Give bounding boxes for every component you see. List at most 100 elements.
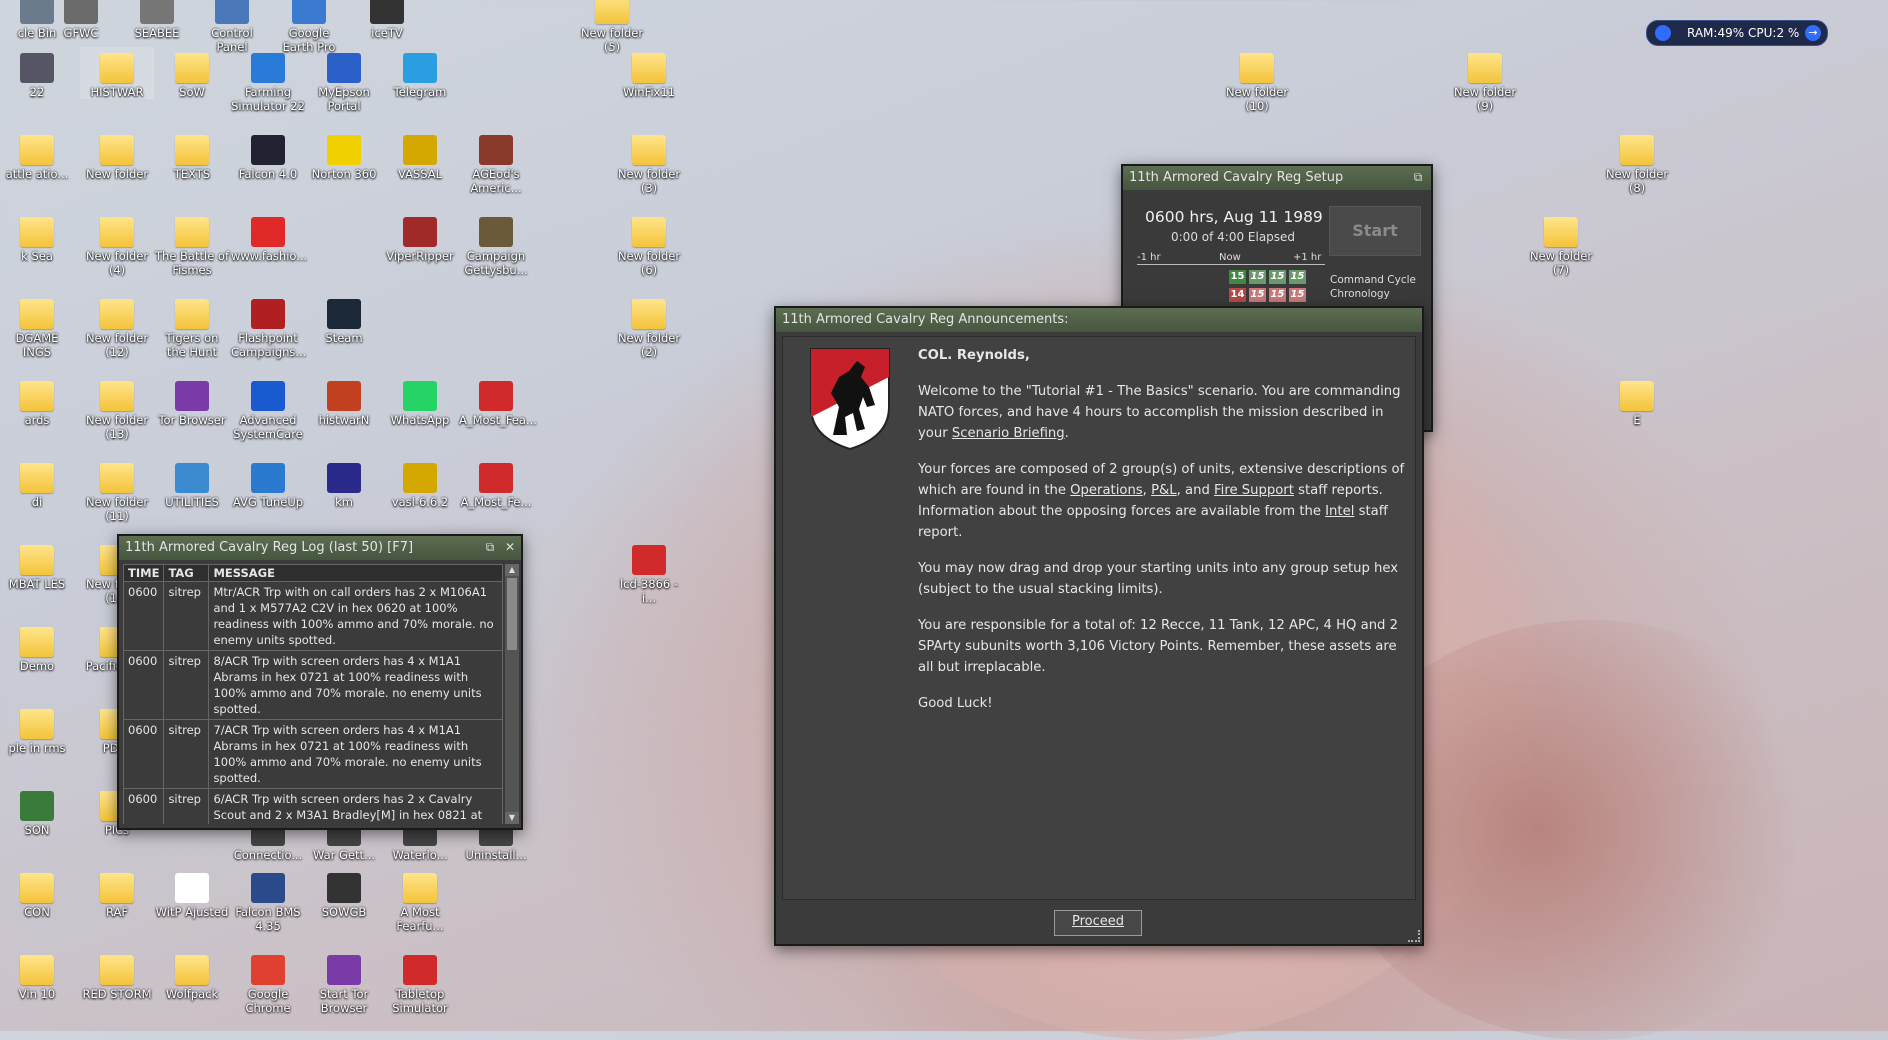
desktop-icon[interactable]: Flashpoint Campaigns...	[231, 293, 306, 359]
arrow-right-icon[interactable]: →	[1805, 25, 1821, 41]
close-icon[interactable]: ✕	[503, 540, 517, 554]
desktop-icon[interactable]: A_Most_Fe...	[459, 457, 533, 509]
desktop-icon[interactable]: AVG TuneUp	[231, 457, 305, 509]
column-header-message[interactable]: MESSAGE	[208, 564, 503, 582]
announcements-titlebar[interactable]: 11th Armored Cavalry Reg Announcements:	[776, 308, 1422, 332]
desktop-icon[interactable]: New folder (4)	[80, 211, 154, 277]
desktop-icon[interactable]: Google Chrome	[231, 949, 305, 1015]
table-row[interactable]: 0600 sitrep Mtr/ACR Trp with on call order…	[123, 581, 503, 651]
folder-icon	[20, 545, 54, 575]
desktop-icon[interactable]: Wolfpack	[155, 949, 229, 1001]
scenario-briefing-link[interactable]: Scenario Briefing	[952, 426, 1065, 441]
desktop-icon[interactable]: Start Tor Browser	[307, 949, 381, 1015]
desktop-icon[interactable]: lcd-3866 - i...	[612, 539, 686, 605]
desktop-icon[interactable]: New folder (9)	[1448, 47, 1522, 113]
table-row[interactable]: 0600 sitrep 7/ACR Trp with screen orders h…	[123, 719, 503, 789]
desktop-icon[interactable]: 22	[0, 47, 74, 99]
scroll-thumb[interactable]	[507, 578, 517, 650]
desktop-icon[interactable]: New folder (10)	[1220, 47, 1294, 113]
setup-titlebar[interactable]: 11th Armored Cavalry Reg Setup ⧉	[1123, 166, 1431, 190]
desktop-icon[interactable]: ards	[0, 375, 74, 427]
desktop-icon[interactable]: New folder (7)	[1524, 211, 1598, 277]
desktop-icon[interactable]: RED STORM	[80, 949, 154, 1001]
restore-icon[interactable]: ⧉	[1411, 170, 1425, 184]
desktop-icon[interactable]: Campaign Gettysbu...	[459, 211, 533, 277]
desktop-icon[interactable]: New folder (8)	[1600, 129, 1674, 195]
desktop-icon[interactable]: iceTV	[350, 0, 424, 40]
start-button[interactable]: Start	[1329, 206, 1421, 256]
desktop-icon[interactable]: SOWGB	[307, 867, 381, 919]
desktop-icon[interactable]: Control Panel	[195, 0, 269, 54]
desktop-icon[interactable]: New folder	[80, 129, 154, 181]
desktop-icon[interactable]: Demo	[0, 621, 74, 673]
scroll-up-icon[interactable]: ▲	[505, 564, 519, 576]
desktop-icon[interactable]: CON	[0, 867, 74, 919]
desktop-icon[interactable]: k Sea	[0, 211, 74, 263]
fire-support-link[interactable]: Fire Support	[1214, 483, 1294, 498]
column-header-time[interactable]: TIME	[123, 564, 165, 582]
column-header-tag[interactable]: TAG	[163, 564, 210, 582]
desktop-icon[interactable]: SoW	[155, 47, 229, 99]
desktop-icon[interactable]: Falcon 4.0	[231, 129, 305, 181]
desktop-icon[interactable]: WhatsApp	[383, 375, 457, 427]
desktop-icon[interactable]: di	[0, 457, 74, 509]
desktop-icon[interactable]: SEABEE	[120, 0, 194, 40]
desktop-icon[interactable]: DGAME INGS	[0, 293, 74, 359]
desktop-icon[interactable]: New folder (6)	[612, 211, 686, 277]
table-row[interactable]: 0600 sitrep 8/ACR Trp with screen orders h…	[123, 650, 503, 720]
desktop-icon[interactable]: www.fashio...	[231, 211, 307, 263]
desktop-icon[interactable]: New folder (11)	[80, 457, 154, 523]
desktop-icon[interactable]: Advanced SystemCare	[231, 375, 305, 441]
desktop-icon[interactable]: Norton 360	[307, 129, 381, 181]
log-scrollbar[interactable]: ▲ ▼	[505, 564, 519, 824]
desktop-icon[interactable]: km	[307, 457, 381, 509]
desktop-icon[interactable]: Steam	[307, 293, 381, 345]
desktop-icon[interactable]: New folder (13)	[80, 375, 154, 441]
desktop-icon[interactable]: A_Most_Fea...	[459, 375, 537, 427]
operations-link[interactable]: Operations	[1070, 483, 1143, 498]
desktop-icon[interactable]: TEXTS	[155, 129, 229, 181]
desktop-icon[interactable]: MBAT LES	[0, 539, 74, 591]
desktop-icon[interactable]: SON	[0, 785, 74, 837]
desktop-icon[interactable]: New folder (3)	[612, 129, 686, 195]
desktop-icon[interactable]: MyEpson Portal	[307, 47, 381, 113]
desktop-icon[interactable]: A Most Fearfu...	[383, 867, 457, 933]
desktop-icon[interactable]: ple in rms	[0, 703, 74, 755]
cycle-cell: 15	[1229, 270, 1246, 284]
desktop-icon[interactable]: VASSAL	[383, 129, 457, 181]
table-row[interactable]: 0600 sitrep 6/ACR Trp with screen orders h…	[123, 788, 503, 824]
pl-link[interactable]: P&L	[1151, 483, 1177, 498]
folder-icon	[20, 955, 54, 985]
desktop-icon[interactable]: UTILITIES	[155, 457, 229, 509]
desktop-icon[interactable]: Tabletop Simulator	[383, 949, 457, 1015]
desktop-icon[interactable]: New folder (2)	[612, 293, 686, 359]
resize-grip-icon[interactable]	[1408, 930, 1420, 942]
desktop-icon[interactable]: The Battle of Fismes	[155, 211, 229, 277]
desktop-icon[interactable]: histwarN	[307, 375, 381, 427]
desktop-icon[interactable]: New folder (12)	[80, 293, 154, 359]
desktop-icon[interactable]: GFWC	[44, 0, 118, 40]
desktop-icon[interactable]: WitP Ajusted	[155, 867, 229, 919]
desktop-icon[interactable]: attle atio...	[0, 129, 74, 181]
desktop-icon[interactable]: Vin 10	[0, 949, 74, 1001]
desktop-icon[interactable]: E	[1600, 375, 1674, 427]
desktop-icon[interactable]: ViperRipper	[383, 211, 457, 263]
desktop-icon[interactable]: Falcon BMS 4.35	[231, 867, 305, 933]
intel-link[interactable]: Intel	[1325, 504, 1354, 519]
desktop-icon[interactable]: WinFix11	[612, 47, 686, 99]
desktop-icon[interactable]: Telegram	[383, 47, 457, 99]
desktop-icon[interactable]: vasl-6.6.2	[383, 457, 457, 509]
resource-monitor-widget[interactable]: RAM:49% CPU:2 % →	[1646, 20, 1828, 46]
desktop-icon[interactable]: Tor Browser	[155, 375, 229, 427]
desktop-icon[interactable]: Google Earth Pro	[272, 0, 346, 54]
restore-icon[interactable]: ⧉	[483, 540, 497, 554]
scroll-down-icon[interactable]: ▼	[505, 812, 519, 824]
desktop-icon[interactable]: New folder (5)	[575, 0, 649, 54]
desktop-icon[interactable]: HISTWAR	[80, 47, 154, 99]
desktop-icon[interactable]: AGEod's Americ...	[459, 129, 533, 195]
desktop-icon[interactable]: RAF	[80, 867, 154, 919]
proceed-button[interactable]: Proceed	[1054, 910, 1142, 936]
desktop-icon[interactable]: Farming Simulator 22	[231, 47, 305, 113]
log-titlebar[interactable]: 11th Armored Cavalry Reg Log (last 50) […	[119, 536, 521, 560]
desktop-icon[interactable]: Tigers on the Hunt	[155, 293, 229, 359]
